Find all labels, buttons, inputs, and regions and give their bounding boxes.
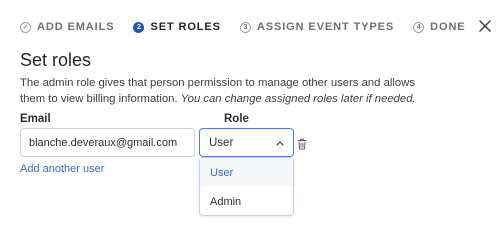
check-icon: ✓ — [20, 21, 31, 33]
role-select-value: User — [209, 136, 234, 149]
trash-icon — [297, 138, 307, 150]
step-number-badge: 2 — [133, 21, 145, 33]
role-select[interactable]: User — [199, 128, 294, 157]
step-assign-event-types: 3 ASSIGN EVENT TYPES — [239, 21, 395, 33]
close-icon — [479, 20, 491, 32]
page-title: Set roles — [20, 50, 92, 70]
step-label: ADD EMAILS — [37, 21, 115, 33]
description-note: You can change assigned roles later if n… — [180, 93, 416, 105]
step-set-roles: 2 SET ROLES — [133, 21, 220, 33]
step-label: SET ROLES — [150, 21, 221, 33]
close-button[interactable] — [477, 18, 493, 34]
chevron-up-icon — [276, 140, 284, 146]
step-done: 4 DONE — [413, 21, 465, 33]
step-label: DONE — [430, 21, 466, 33]
step-number-badge: 3 — [239, 21, 251, 33]
email-field[interactable]: blanche.deveraux@gmail.com — [20, 128, 195, 157]
role-option-user[interactable]: User — [200, 158, 293, 187]
step-number-badge: 4 — [413, 21, 425, 33]
role-dropdown-menu: User Admin — [199, 157, 294, 216]
add-another-user-link[interactable]: Add another user — [20, 163, 104, 175]
stepper: ✓ ADD EMAILS 2 SET ROLES 3 ASSIGN EVENT … — [20, 19, 485, 35]
email-value: blanche.deveraux@gmail.com — [29, 136, 178, 149]
page-description: The admin role gives that person permiss… — [20, 75, 440, 107]
role-option-admin[interactable]: Admin — [200, 187, 293, 216]
delete-user-button[interactable] — [297, 137, 307, 150]
step-add-emails: ✓ ADD EMAILS — [20, 21, 114, 33]
role-label: Role — [224, 113, 249, 125]
email-label: Email — [20, 113, 51, 125]
step-label: ASSIGN EVENT TYPES — [256, 21, 395, 33]
